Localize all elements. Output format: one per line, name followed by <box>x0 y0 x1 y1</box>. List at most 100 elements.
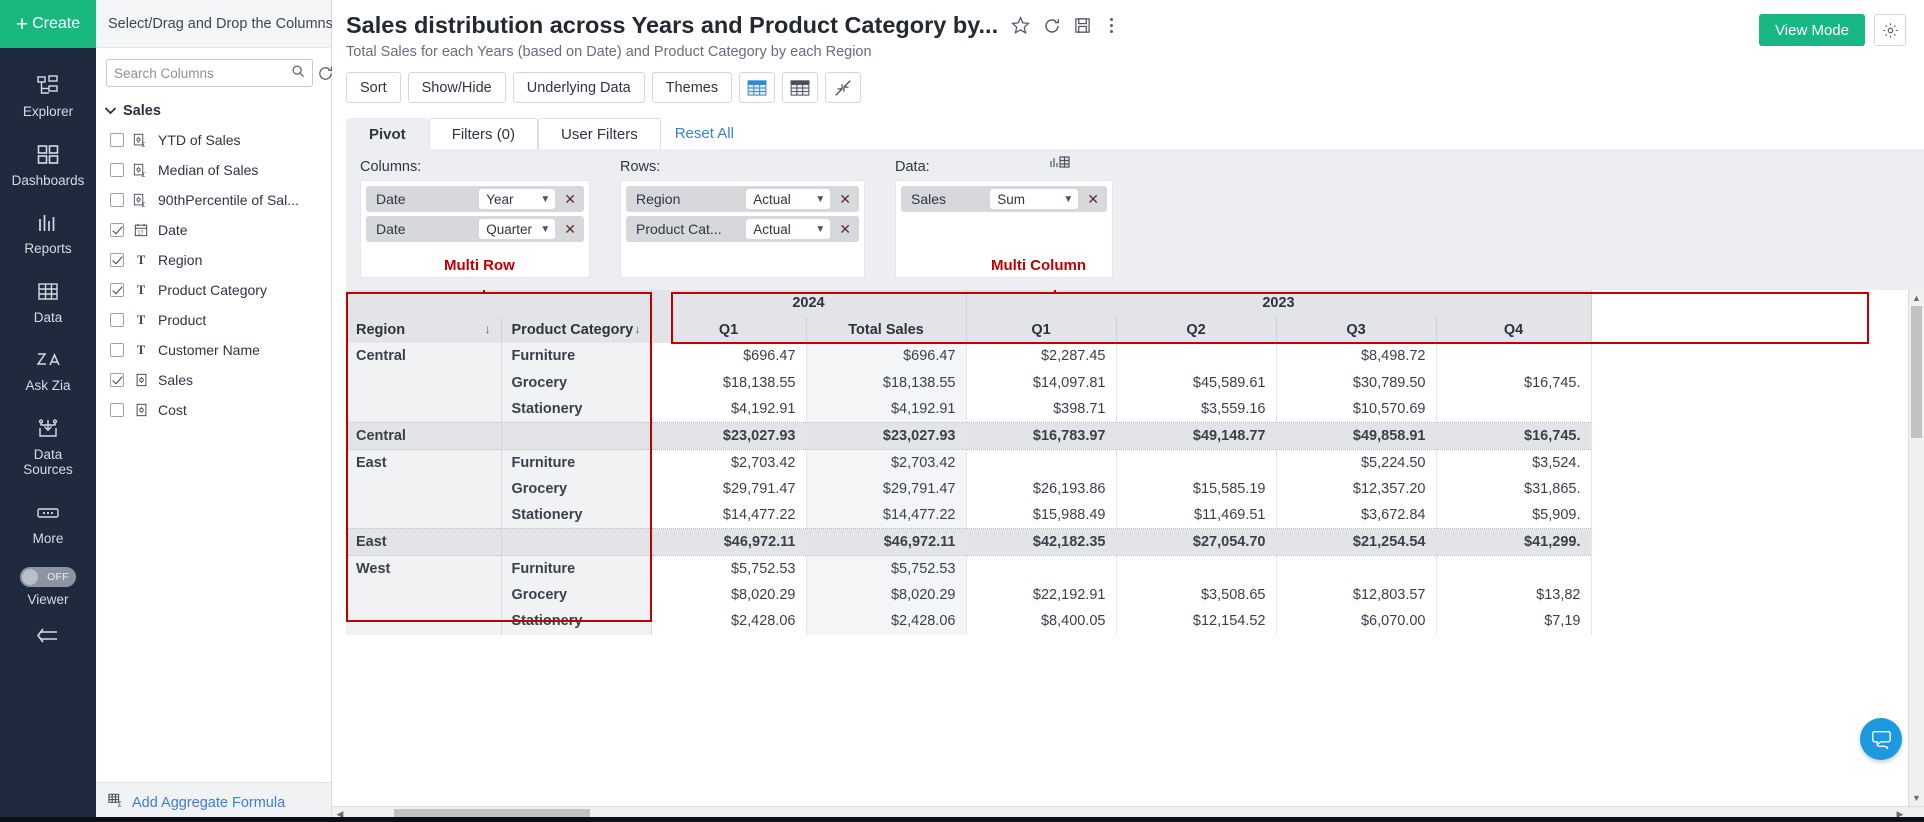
pivot-data-cell[interactable]: $16,783.97 <box>966 423 1116 450</box>
pivot-data-cell[interactable]: $4,192.91 <box>651 396 806 423</box>
pivot-data-cell[interactable] <box>1436 343 1591 370</box>
column-list-item[interactable]: TProduct <box>96 305 331 335</box>
table-row[interactable]: Stationery$2,428.06$2,428.06$8,400.05$12… <box>346 608 1591 635</box>
sidebar-item-data-sources[interactable]: Data Sources <box>0 405 96 489</box>
pivot-data-cell[interactable]: $41,299. <box>1436 529 1591 556</box>
table-row[interactable]: Stationery$14,477.22$14,477.22$15,988.49… <box>346 502 1591 529</box>
pivot-data-cell[interactable]: $21,254.54 <box>1276 529 1436 556</box>
column-list-item[interactable]: ΣMedian of Sales <box>96 155 331 185</box>
pivot-data-cell[interactable]: $31,865. <box>1436 476 1591 503</box>
sidebar-item-more[interactable]: More <box>0 489 96 558</box>
pivot-data-cell[interactable]: $14,477.22 <box>806 502 966 529</box>
table-row[interactable]: East$46,972.11$46,972.11$42,182.35$27,05… <box>346 529 1591 556</box>
pivot-data-cell[interactable] <box>1116 343 1276 370</box>
pivot-data-cell[interactable] <box>1436 396 1591 423</box>
report-menu-icon[interactable] <box>1104 18 1118 33</box>
column-checkbox[interactable] <box>110 283 124 297</box>
pivot-data-cell[interactable]: $8,020.29 <box>651 582 806 609</box>
sidebar-item-dashboards[interactable]: Dashboards <box>0 131 96 200</box>
column-list-item[interactable]: TCustomer Name <box>96 335 331 365</box>
pivot-data-cell[interactable]: $46,972.11 <box>651 529 806 556</box>
show-hide-button[interactable]: Show/Hide <box>408 72 506 103</box>
reset-all-link[interactable]: Reset All <box>661 125 748 142</box>
column-checkbox[interactable] <box>110 253 124 267</box>
column-checkbox[interactable] <box>110 163 124 177</box>
pivot-data-cell[interactable]: $23,027.93 <box>651 423 806 450</box>
vertical-scroll-thumb[interactable] <box>1911 306 1922 438</box>
pivot-data-cell[interactable]: $11,469.51 <box>1116 502 1276 529</box>
table-row[interactable]: Central$23,027.93$23,027.93$16,783.97$49… <box>346 423 1591 450</box>
remove-x-icon[interactable]: ✕ <box>1082 191 1104 208</box>
tab-pivot[interactable]: Pivot <box>346 118 429 150</box>
save-icon[interactable] <box>1074 17 1091 34</box>
pivot-data-cell[interactable]: $696.47 <box>806 343 966 370</box>
sidebar-item-explorer[interactable]: Explorer <box>0 62 96 131</box>
column-list-item[interactable]: Cost <box>96 395 331 425</box>
sort-arrow-icon[interactable]: ↓ <box>635 322 641 336</box>
pivot-data-cell[interactable]: $5,224.50 <box>1276 449 1436 476</box>
pivot-data-cell[interactable]: $23,027.93 <box>806 423 966 450</box>
pivot-data-cell[interactable]: $2,703.42 <box>651 449 806 476</box>
pivot-row-header-label[interactable]: Product Category↓ <box>501 317 651 344</box>
table-row[interactable]: Grocery$18,138.55$18,138.55$14,097.81$45… <box>346 370 1591 397</box>
pivot-data-cell[interactable]: $12,357.20 <box>1276 476 1436 503</box>
column-list-item[interactable]: 17Date <box>96 215 331 245</box>
gear-icon[interactable] <box>1874 14 1906 46</box>
pivot-data-cell[interactable] <box>1116 555 1276 582</box>
chip-aggregation-select[interactable]: Actual▼ <box>746 189 830 209</box>
pivot-data-cell[interactable]: $3,524. <box>1436 449 1591 476</box>
chip-aggregation-select[interactable]: Year▼ <box>479 189 555 209</box>
column-list-item[interactable]: Σ90thPercentile of Sal... <box>96 185 331 215</box>
underlying-data-button[interactable]: Underlying Data <box>513 72 645 103</box>
tab-user-filters[interactable]: User Filters <box>538 118 661 150</box>
pivot-data-cell[interactable]: $12,803.57 <box>1276 582 1436 609</box>
column-checkbox[interactable] <box>110 193 124 207</box>
collapse-rail-button[interactable] <box>0 613 96 667</box>
pivot-column-header[interactable]: Q4 <box>1436 317 1591 344</box>
pivot-data-cell[interactable]: $8,020.29 <box>806 582 966 609</box>
pivot-data-cell[interactable]: $12,154.52 <box>1116 608 1276 635</box>
columns-shelf-chip[interactable]: DateQuarter▼✕ <box>366 216 584 242</box>
columns-shelf-chip[interactable]: DateYear▼✕ <box>366 186 584 212</box>
pivot-row-header-label[interactable]: Region↓ <box>346 317 501 344</box>
pivot-data-cell[interactable]: $15,988.49 <box>966 502 1116 529</box>
scroll-up-icon[interactable]: ▲ <box>1909 290 1924 306</box>
sort-arrow-icon[interactable]: ↓ <box>485 322 491 336</box>
summary-view-icon[interactable] <box>782 72 818 103</box>
column-checkbox[interactable] <box>110 133 124 147</box>
pivot-year-header[interactable]: 2024 <box>651 290 966 317</box>
pivot-data-cell[interactable]: $8,400.05 <box>966 608 1116 635</box>
pivot-data-cell[interactable]: $3,508.65 <box>1116 582 1276 609</box>
remove-x-icon[interactable]: ✕ <box>559 221 581 238</box>
pivot-data-cell[interactable]: $29,791.47 <box>806 476 966 503</box>
pivot-year-header[interactable]: 2023 <box>966 290 1591 317</box>
pivot-data-cell[interactable]: $5,909. <box>1436 502 1591 529</box>
pivot-data-cell[interactable] <box>966 555 1116 582</box>
pivot-data-cell[interactable] <box>1116 449 1276 476</box>
pivot-data-cell[interactable]: $5,752.53 <box>651 555 806 582</box>
table-row[interactable]: WestFurniture$5,752.53$5,752.53 <box>346 555 1591 582</box>
column-list-item[interactable]: Sales <box>96 365 331 395</box>
pivot-data-cell[interactable]: $45,589.61 <box>1116 370 1276 397</box>
sidebar-item-data[interactable]: Data <box>0 268 96 337</box>
column-list-item[interactable]: TRegion <box>96 245 331 275</box>
rows-shelf-box[interactable]: RegionActual▼✕Product Cat...Actual▼✕ <box>620 180 865 278</box>
create-button[interactable]: + Create <box>0 0 96 48</box>
column-list-item[interactable]: ΣYTD of Sales <box>96 125 331 155</box>
pivot-data-cell[interactable]: $42,182.35 <box>966 529 1116 556</box>
pivot-data-cell[interactable]: $3,672.84 <box>1276 502 1436 529</box>
column-checkbox[interactable] <box>110 223 124 237</box>
pivot-column-header[interactable]: Q1 <box>651 317 806 344</box>
remove-x-icon[interactable]: ✕ <box>559 191 581 208</box>
table-row[interactable]: CentralFurniture$696.47$696.47$2,287.45$… <box>346 343 1591 370</box>
pivot-column-header[interactable]: Q1 <box>966 317 1116 344</box>
column-checkbox[interactable] <box>110 403 124 417</box>
chip-aggregation-select[interactable]: Sum▼ <box>990 189 1078 209</box>
tab-filters-0[interactable]: Filters (0) <box>429 118 538 150</box>
pivot-data-cell[interactable]: $5,752.53 <box>806 555 966 582</box>
table-row[interactable]: Grocery$8,020.29$8,020.29$22,192.91$3,50… <box>346 582 1591 609</box>
pivot-data-cell[interactable]: $16,745. <box>1436 423 1591 450</box>
pivot-data-cell[interactable]: $46,972.11 <box>806 529 966 556</box>
pivot-column-header[interactable]: Q3 <box>1276 317 1436 344</box>
pivot-column-header[interactable]: Total Sales <box>806 317 966 344</box>
